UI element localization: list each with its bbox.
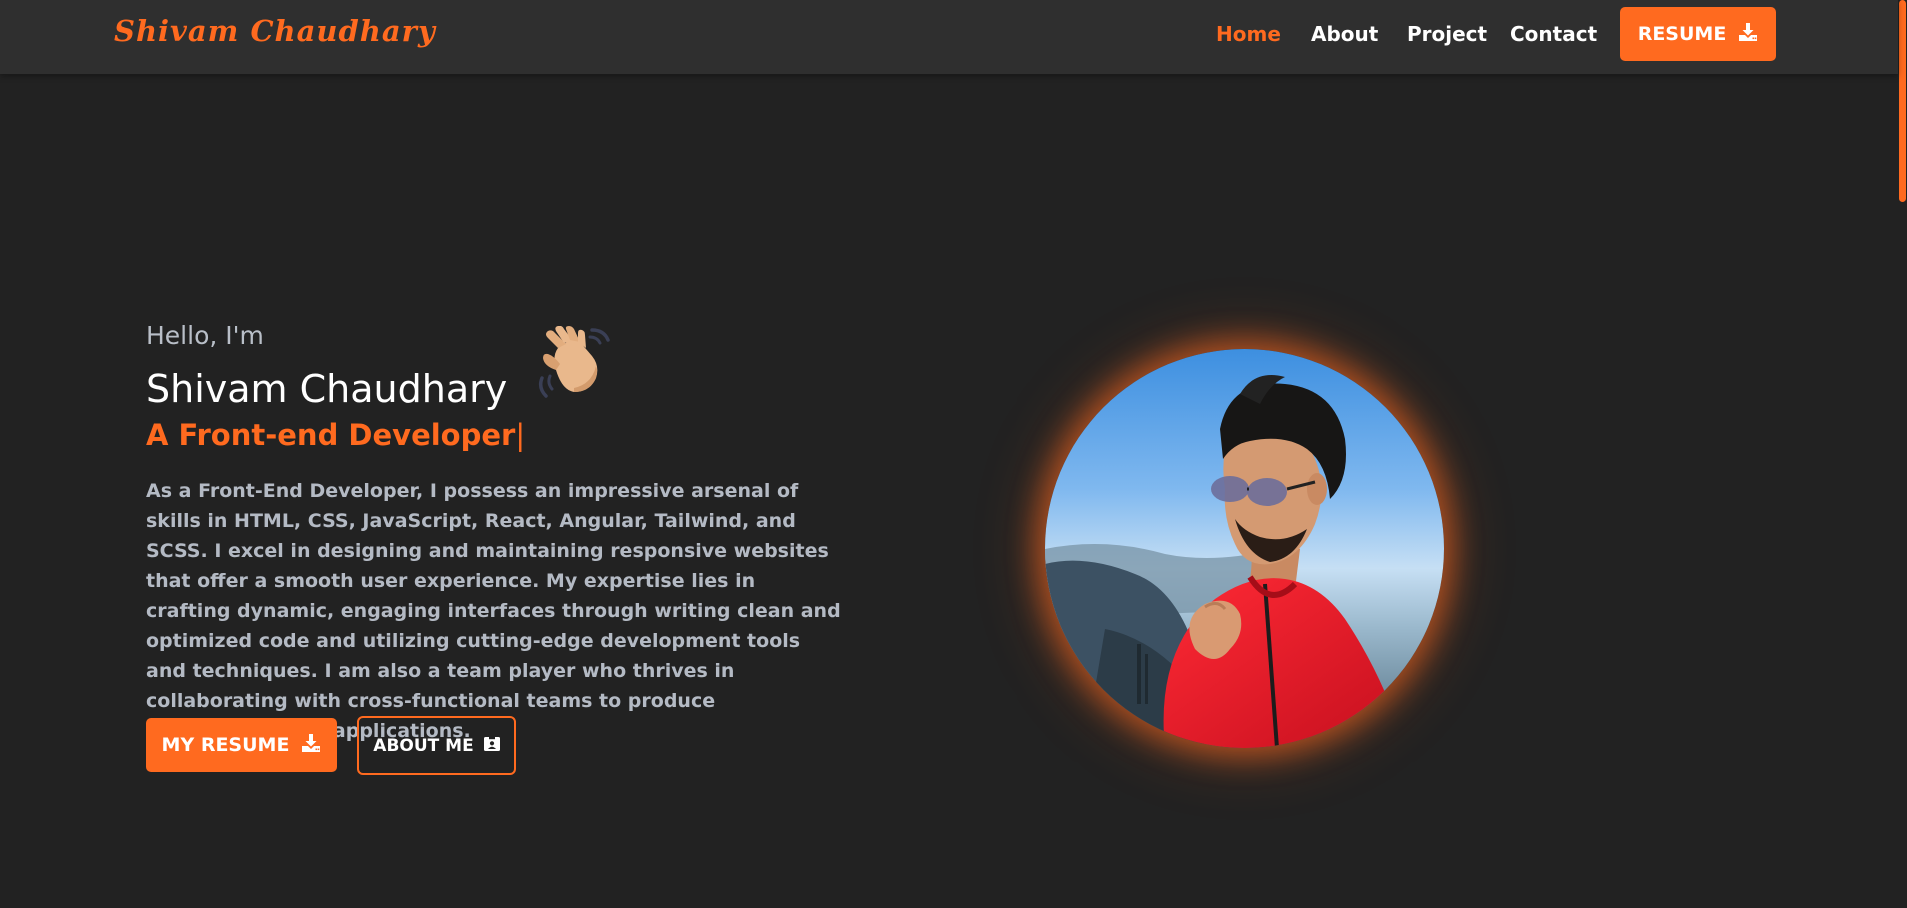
- typing-cursor: |: [515, 418, 526, 452]
- download-icon: [1738, 22, 1758, 47]
- id-card-icon: [483, 736, 500, 756]
- hero-role: A Front-end Developer|: [146, 418, 525, 452]
- nav-resume-label: RESUME: [1637, 23, 1727, 45]
- nav-link-contact[interactable]: Contact: [1510, 22, 1597, 46]
- nav-link-about[interactable]: About: [1311, 22, 1378, 46]
- hero-name: Shivam Chaudhary: [146, 367, 508, 411]
- nav-link-project[interactable]: Project: [1407, 22, 1487, 46]
- download-icon: [301, 733, 321, 758]
- about-me-label: ABOUT ME: [373, 735, 474, 756]
- greeting-text: Hello, I'm: [146, 321, 264, 350]
- my-resume-button[interactable]: MY RESUME: [146, 718, 337, 772]
- nav-link-home[interactable]: Home: [1216, 22, 1281, 46]
- brand-logo[interactable]: Shivam Chaudhary: [114, 14, 436, 48]
- hero-bio: As a Front-End Developer, I possess an i…: [146, 480, 841, 742]
- navbar: Shivam Chaudhary Home About Project Cont…: [0, 0, 1898, 74]
- waving-hand-icon: [534, 325, 614, 402]
- my-resume-label: MY RESUME: [161, 734, 290, 756]
- scrollbar-thumb[interactable]: [1899, 0, 1906, 202]
- nav-resume-button[interactable]: RESUME: [1620, 7, 1776, 61]
- profile-photo: [1045, 349, 1444, 748]
- hero-role-text: A Front-end Developer: [146, 418, 516, 452]
- about-me-button[interactable]: ABOUT ME: [357, 716, 516, 775]
